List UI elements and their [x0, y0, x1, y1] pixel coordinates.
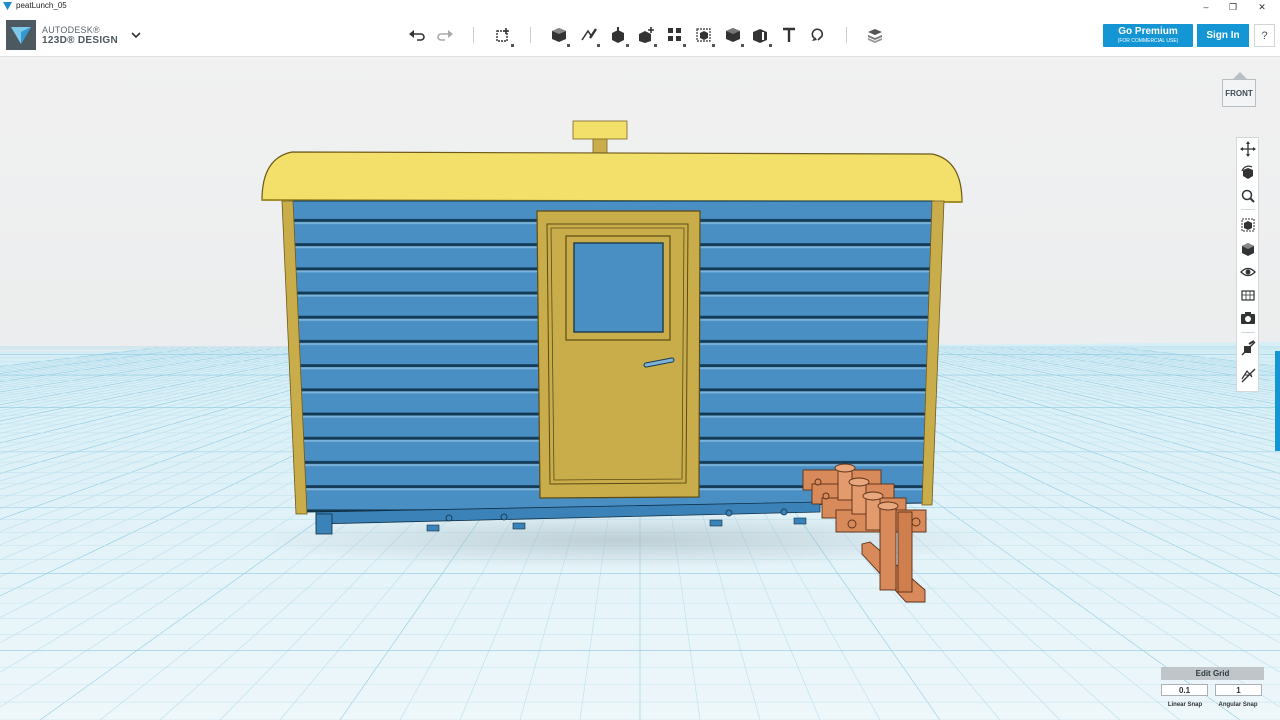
primitives-icon [552, 28, 566, 42]
go-premium-button[interactable]: Go Premium (FOR COMMERCIAL USE) [1103, 24, 1193, 47]
combine-button[interactable] [721, 23, 745, 47]
construct-button[interactable] [606, 23, 630, 47]
navigation-bar [1236, 137, 1259, 392]
restore-button[interactable]: ❐ [1219, 0, 1247, 14]
orbit-icon [1241, 165, 1253, 179]
zoom-button[interactable] [1240, 188, 1256, 204]
brand-product: 123D® DESIGN [42, 35, 118, 46]
close-button[interactable]: ✕ [1248, 0, 1276, 14]
title-bar: peatLunch_05 – ❐ ✕ [0, 0, 1280, 14]
grouping-icon [696, 28, 711, 42]
linear-snap-input[interactable]: 0.1 [1161, 684, 1208, 696]
modify-button[interactable] [634, 23, 658, 47]
hide-mesh-icon [1241, 368, 1256, 383]
pan-icon [1240, 141, 1256, 157]
grid-editor: Edit Grid 0.1 1 Linear Snap Angular Snap [1160, 667, 1265, 717]
camera-icon [1241, 312, 1255, 324]
3d-viewport[interactable]: FRONT Edit Grid 0.1 1 Linear Snap Angula… [0, 57, 1280, 720]
transform-button[interactable] [491, 23, 515, 47]
material-icon [868, 29, 882, 43]
app-menu-logo-icon[interactable] [6, 20, 36, 50]
sign-in-button[interactable]: Sign In [1197, 24, 1249, 47]
help-button[interactable]: ? [1254, 24, 1275, 47]
view-solid-button[interactable] [1240, 241, 1256, 257]
text-icon [783, 27, 795, 42]
sketch-button[interactable] [577, 23, 601, 47]
snap-icon [811, 28, 824, 41]
minimize-button[interactable]: – [1192, 0, 1220, 14]
pattern-icon [668, 28, 681, 41]
brand-autodesk: AUTODESK® [42, 25, 100, 35]
modify-icon [639, 27, 654, 43]
side-panel-handle[interactable] [1275, 351, 1280, 451]
view-cube-face[interactable]: FRONT [1222, 79, 1256, 107]
measure-icon [753, 29, 767, 43]
orbit-button[interactable] [1240, 165, 1256, 181]
door [536, 210, 701, 499]
hide-sketch-icon [1241, 340, 1256, 356]
toolbar-separator [530, 27, 531, 43]
transform-icon [496, 28, 509, 42]
text-button[interactable] [777, 23, 801, 47]
go-premium-sublabel: (FOR COMMERCIAL USE) [1117, 38, 1179, 44]
grouping-button[interactable] [692, 23, 716, 47]
scene-canvas[interactable] [0, 57, 1280, 720]
pan-button[interactable] [1240, 141, 1256, 157]
visibility-icon [1240, 267, 1256, 277]
navbar-separator [1241, 209, 1255, 210]
toolbar-separator [473, 27, 474, 43]
main-toolbar: AUTODESK® 123D® DESIGN Go Premium (FOR C… [0, 14, 1280, 57]
snap-button[interactable] [806, 23, 830, 47]
undo-button[interactable] [405, 23, 429, 47]
go-premium-label: Go Premium [1118, 26, 1178, 37]
roof [261, 151, 963, 203]
view-solid-icon [1242, 243, 1254, 256]
linear-snap-label: Linear Snap [1167, 702, 1203, 708]
hide-mesh-button[interactable] [1240, 367, 1256, 383]
pattern-button[interactable] [663, 23, 687, 47]
view-cube[interactable]: FRONT [1221, 72, 1259, 111]
combine-icon [726, 28, 740, 42]
angular-snap-input[interactable]: 1 [1215, 684, 1262, 696]
sketch-icon [581, 28, 597, 41]
undo-icon [409, 30, 425, 41]
fit-icon [1241, 218, 1255, 232]
window-title: peatLunch_05 [16, 1, 67, 10]
primitives-button[interactable] [547, 23, 571, 47]
construct-icon [612, 27, 624, 43]
materials-visibility-button[interactable] [1240, 287, 1256, 303]
visibility-button[interactable] [1240, 264, 1256, 280]
redo-icon [437, 30, 453, 41]
angular-snap-label: Angular Snap [1218, 702, 1258, 708]
measure-button[interactable] [749, 23, 773, 47]
materials-visibility-icon [1241, 290, 1255, 301]
material-button[interactable] [863, 23, 887, 47]
home-view-icon[interactable] [1233, 72, 1247, 79]
redo-button[interactable] [433, 23, 457, 47]
hide-sketch-button[interactable] [1240, 340, 1256, 356]
chevron-down-icon[interactable] [130, 29, 142, 41]
camera-button[interactable] [1240, 310, 1256, 326]
toolbar-separator [846, 27, 847, 43]
edit-grid-button[interactable]: Edit Grid [1161, 667, 1264, 680]
fit-button[interactable] [1240, 217, 1256, 233]
app-logo-icon [3, 2, 12, 11]
zoom-icon [1241, 189, 1255, 203]
navbar-separator [1241, 332, 1255, 333]
